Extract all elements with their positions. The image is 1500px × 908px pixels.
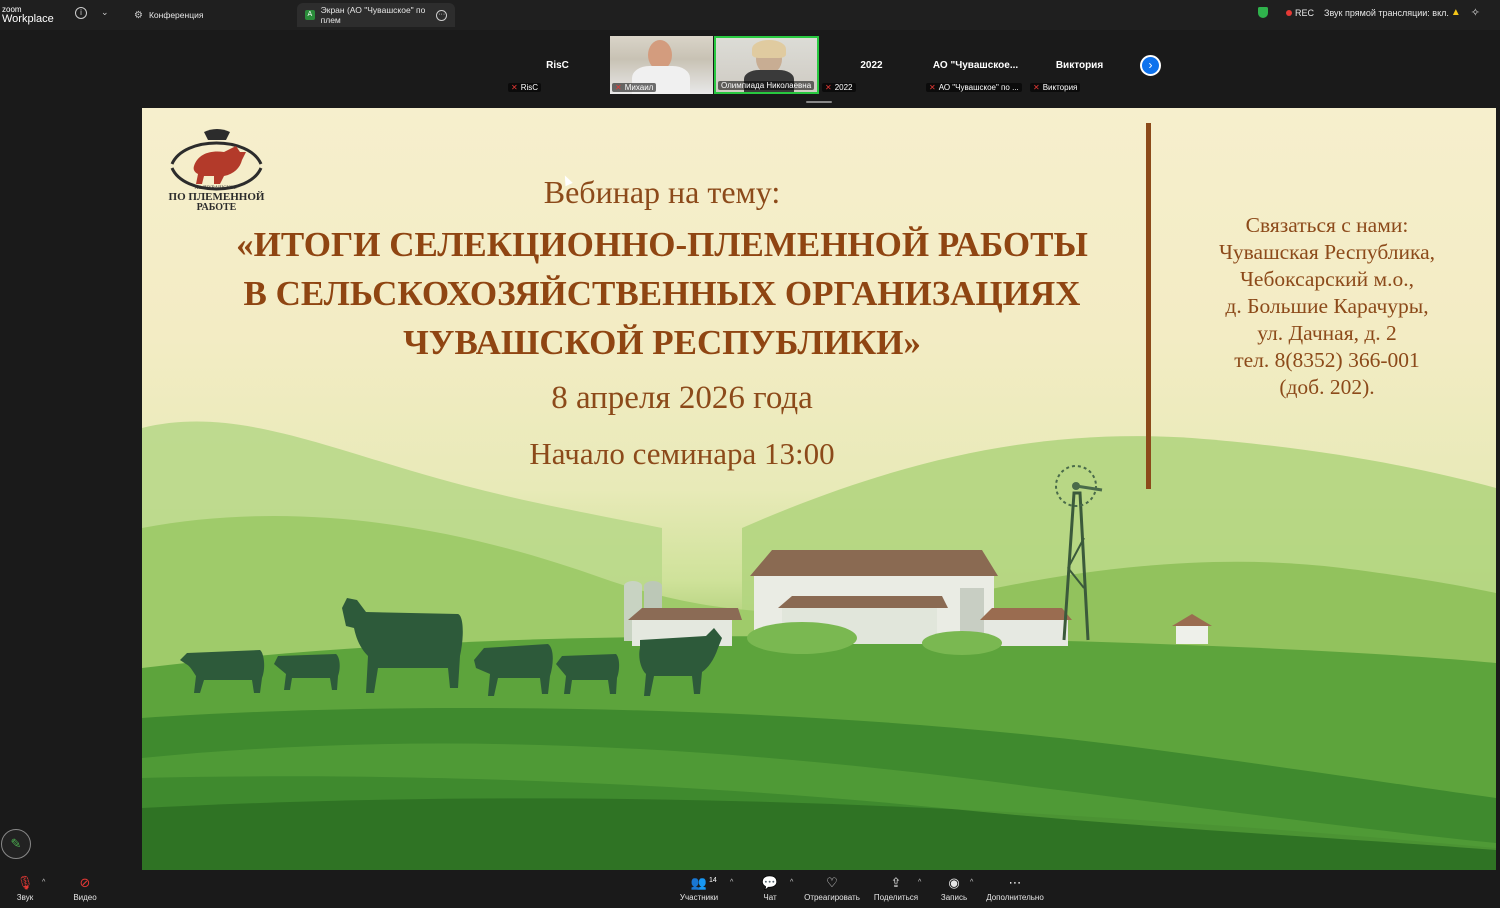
- react-button[interactable]: ♡ Отреагировать: [802, 875, 862, 902]
- slide-date: 8 апреля 2026 года: [551, 380, 813, 416]
- rec-label: REC: [1295, 7, 1315, 18]
- shared-screen-slide: АО "ЧУВАШСКОЕ" ПО ПЛЕМЕННОЙ РАБОТЕ Вебин…: [142, 108, 1496, 870]
- audio-button[interactable]: 🎙 Звук: [10, 875, 40, 902]
- sparkle-icon[interactable]: ✧: [1471, 6, 1480, 19]
- broadcast-status[interactable]: Звук прямой трансляции: вкл.: [1324, 8, 1449, 18]
- more-icon[interactable]: ···: [436, 9, 447, 21]
- tab-screen-share[interactable]: A Экран (АО "Чувашское" по плем ···: [297, 3, 455, 27]
- more-button[interactable]: ⋯ Дополнительно: [983, 875, 1047, 902]
- mic-off-icon: 🎙: [16, 875, 34, 890]
- slide-title-line: «ИТОГИ СЕЛЕКЦИОННО-ПЛЕМЕННОЙ РАБОТЫ: [236, 225, 1088, 264]
- participant-tile[interactable]: Виктория ✕ Виктория: [1028, 36, 1131, 94]
- mic-off-icon: ✕: [1033, 83, 1040, 92]
- slide-divider: [1146, 123, 1151, 489]
- participant-video-tile-active[interactable]: Олимпиада Николаевна: [714, 36, 819, 94]
- record-button[interactable]: ◉ Запись: [938, 875, 970, 902]
- shield-icon: [1258, 7, 1269, 18]
- mic-off-icon: ✕: [615, 83, 622, 92]
- status-area: REC Звук прямой трансляции: вкл. ▲ ✧: [1258, 6, 1480, 19]
- warning-icon: ▲: [1450, 7, 1461, 18]
- slide-title-line: В СЕЛЬСКОХОЗЯЙСТВЕННЫХ ОРГАНИЗАЦИЯХ: [243, 274, 1081, 313]
- title-bar: zoom Workplace i ⌄ ⚙ Конференция A Экран…: [0, 0, 1500, 30]
- contact-block: Связаться с нами: Чувашская Республика, …: [1218, 213, 1436, 399]
- mic-off-icon: ✕: [825, 83, 832, 92]
- participant-tile[interactable]: RisC ✕ RisC: [506, 36, 609, 94]
- annotate-pen-button[interactable]: ✎: [1, 829, 31, 859]
- next-participants-button[interactable]: ›: [1140, 55, 1161, 76]
- company-logo: АО "ЧУВАШСКОЕ" ПО ПЛЕМЕННОЙ РАБОТЕ: [164, 126, 269, 216]
- share-badge-icon: A: [305, 10, 315, 20]
- record-dot-icon: [1286, 9, 1293, 16]
- slide-subtitle: Вебинар на тему:: [543, 174, 781, 210]
- participant-tile[interactable]: АО "Чувашское... ✕ АО "Чувашское" по ...: [924, 36, 1027, 94]
- participants-button[interactable]: 👥 Участники 14: [676, 875, 722, 902]
- participant-hair: [752, 40, 786, 58]
- participant-video-tile[interactable]: ✕ Михаил: [610, 36, 713, 94]
- chat-button[interactable]: 💬 Чат: [756, 875, 784, 902]
- chevron-down-icon[interactable]: ⌄: [101, 7, 109, 18]
- share-screen-icon: ⇪: [890, 875, 902, 890]
- strip-scroll-indicator: [806, 101, 832, 103]
- slide-start-time: Начало семинара 13:00: [529, 436, 835, 471]
- zoom-logo: zoom Workplace: [2, 5, 54, 25]
- more-icon: ⋯: [1008, 875, 1022, 890]
- record-icon: ◉: [948, 875, 960, 890]
- chat-icon: 💬: [761, 875, 779, 890]
- gear-icon: ⚙: [134, 9, 143, 21]
- share-button[interactable]: ⇪ Поделиться: [872, 875, 920, 902]
- info-icon[interactable]: i: [75, 7, 87, 19]
- heart-icon: ♡: [826, 875, 838, 890]
- mic-off-icon: ✕: [929, 83, 936, 92]
- participant-tile[interactable]: 2022 ✕ 2022: [820, 36, 923, 94]
- video-off-icon: ⊘: [79, 875, 91, 890]
- meeting-toolbar: 🎙 Звук ^ ⊘ Видео 👥 Участники 14 ^ 💬 Чат …: [0, 870, 1500, 908]
- participants-count: 14: [709, 877, 717, 884]
- slide-title-line: ЧУВАШСКОЙ РЕСПУБЛИКИ»: [403, 323, 921, 362]
- tab-conference[interactable]: ⚙ Конференция: [126, 3, 211, 27]
- video-button[interactable]: ⊘ Видео: [68, 875, 102, 902]
- mic-off-icon: ✕: [511, 83, 518, 92]
